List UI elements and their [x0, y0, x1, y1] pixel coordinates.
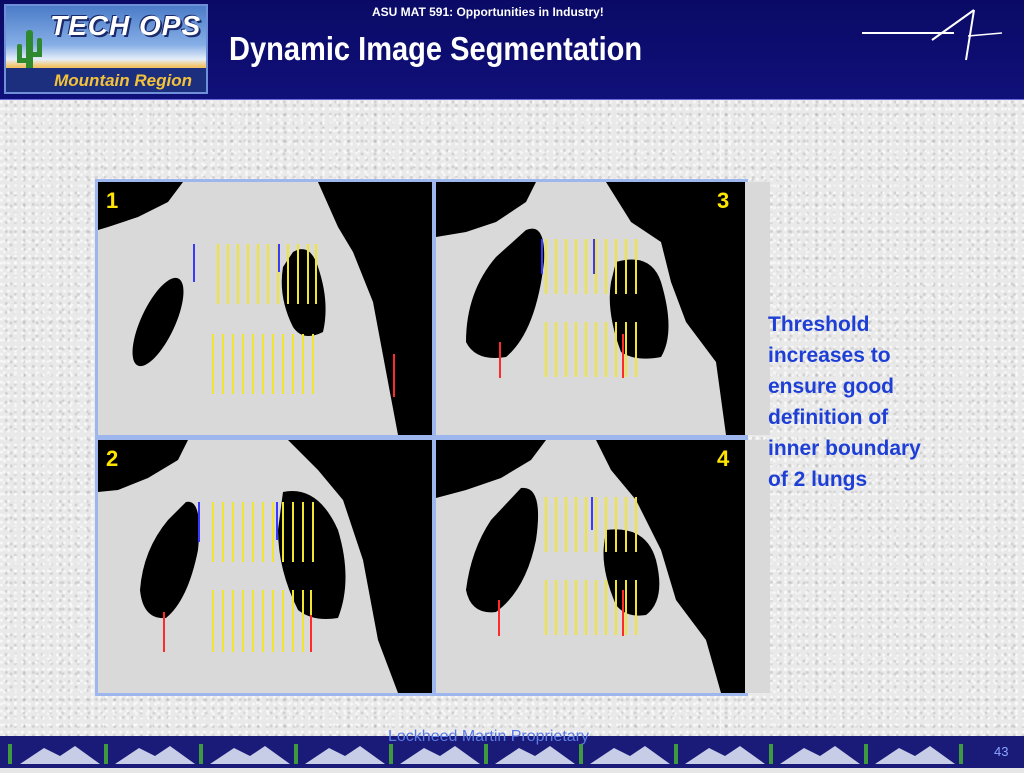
- segmentation-panel-1: 1: [98, 182, 432, 435]
- segmentation-image-4: [436, 440, 745, 693]
- note-line: Threshold: [768, 313, 870, 336]
- slide-header: TECH OPS Mountain Region ASU MAT 591: Op…: [0, 0, 1024, 100]
- logo-top-text: TECH OPS: [50, 10, 202, 41]
- note-line: increases to: [768, 344, 891, 367]
- note-line: definition of: [768, 406, 889, 429]
- note-line: of 2 lungs: [768, 468, 868, 491]
- segmentation-image-2: [98, 440, 432, 693]
- panel-number-3: 3: [717, 188, 730, 213]
- page-number: 43: [994, 744, 1009, 759]
- course-subtitle: ASU MAT 591: Opportunities in Industry!: [372, 5, 604, 19]
- tech-ops-logo: TECH OPS Mountain Region: [4, 4, 208, 94]
- segmentation-image-grid: 1 3 2 4: [95, 179, 770, 696]
- threshold-note: Threshold increases to ensure good defin…: [768, 309, 968, 495]
- panel-number-1: 1: [106, 188, 119, 213]
- lockheed-star-icon: [862, 9, 1002, 61]
- proprietary-label: Lockheed Martin Proprietary: [388, 728, 589, 745]
- segmentation-panel-2: 2: [98, 440, 432, 693]
- slide-title: Dynamic Image Segmentation: [229, 30, 643, 67]
- note-line: ensure good: [768, 375, 895, 398]
- segmentation-panel-3: 3: [436, 182, 770, 435]
- note-line: inner boundary: [768, 437, 921, 460]
- logo-bottom-text: Mountain Region: [6, 68, 206, 92]
- segmentation-image-1: [98, 182, 432, 435]
- panel-number-4: 4: [717, 446, 730, 471]
- segmentation-panel-4: 4: [436, 440, 770, 693]
- segmentation-image-3: [436, 182, 745, 435]
- panel-number-2: 2: [106, 446, 119, 471]
